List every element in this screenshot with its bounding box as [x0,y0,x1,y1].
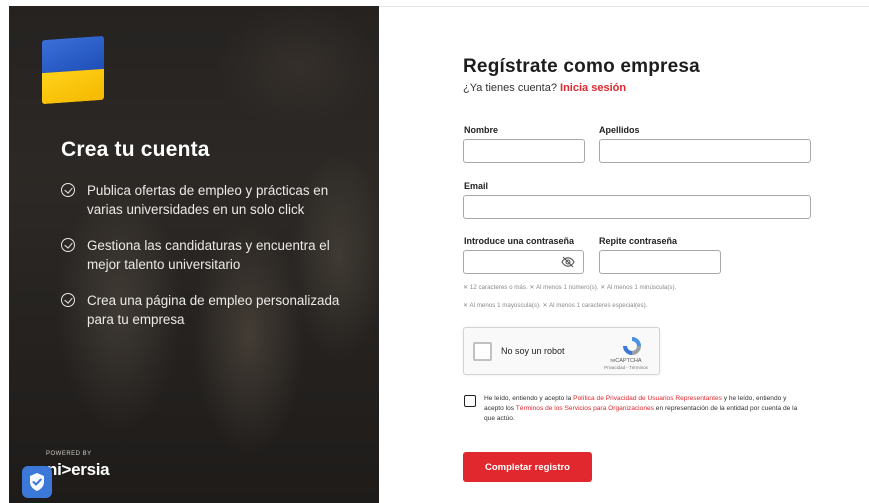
recaptcha-logo-icon [623,337,641,355]
password-field[interactable] [463,250,584,274]
ukraine-flag-icon [42,35,104,105]
email-label: Email [464,181,489,191]
first-name-field[interactable] [463,139,585,163]
email-field[interactable] [463,195,811,219]
last-name-label: Apellidos [599,125,640,135]
security-badge[interactable] [22,466,52,498]
recaptcha-widget: No soy un robot reCAPTCHA Privacidad - T… [463,327,660,375]
hero-panel: Crea tu cuenta Publica ofertas de empleo… [9,6,379,503]
first-name-label: Nombre [464,125,499,135]
brand-logo: ni>ersia [47,460,110,479]
powered-by-label: POWERED BY [46,451,92,457]
password-label: Introduce una contraseña [464,236,575,246]
recaptcha-brand: reCAPTCHA [610,358,642,364]
page-title: Regístrate como empresa [463,56,700,77]
login-prompt: ¿Ya tienes cuenta? Inicia sesión [463,82,627,94]
privacy-policy-link[interactable]: Política de Privacidad de Usuarios Repre… [573,395,722,402]
hero-title: Crea tu cuenta [61,138,210,161]
eye-slash-icon[interactable] [561,256,575,268]
password-repeat-label: Repite contraseña [599,236,678,246]
benefit-item: Crea una página de empleo personalizada … [61,291,361,329]
benefit-item: Publica ofertas de empleo y prácticas en… [61,181,361,219]
registration-page: Crea tu cuenta Publica ofertas de empleo… [0,0,869,503]
complete-registration-button[interactable]: Completar registro [463,452,592,482]
benefit-item: Gestiona las candidaturas y encuentra el… [61,236,361,274]
terms-text: He leído, entiendo y acepto la Política … [484,395,798,422]
last-name-field[interactable] [599,139,811,163]
check-circle-icon [61,238,75,252]
shield-check-icon [30,473,44,491]
terms-of-service-link[interactable]: Términos de los Servicios para Organizac… [516,405,654,412]
terms-checkbox[interactable] [464,395,476,407]
check-circle-icon [61,183,75,197]
login-link[interactable]: Inicia sesión [560,82,626,94]
recaptcha-checkbox[interactable] [473,342,492,361]
password-repeat-field[interactable] [599,250,721,274]
benefits-list: Publica ofertas de empleo y prácticas en… [61,181,361,346]
recaptcha-links[interactable]: Privacidad - Términos [601,365,651,370]
password-rules-line2: ✕ Al menos 1 mayúscula(s). ✕ Al menos 1 … [463,302,648,309]
check-circle-icon [61,293,75,307]
password-rules-line1: ✕ 12 caracteres o más. ✕ Al menos 1 núme… [463,284,677,291]
recaptcha-label: No soy un robot [501,346,565,356]
